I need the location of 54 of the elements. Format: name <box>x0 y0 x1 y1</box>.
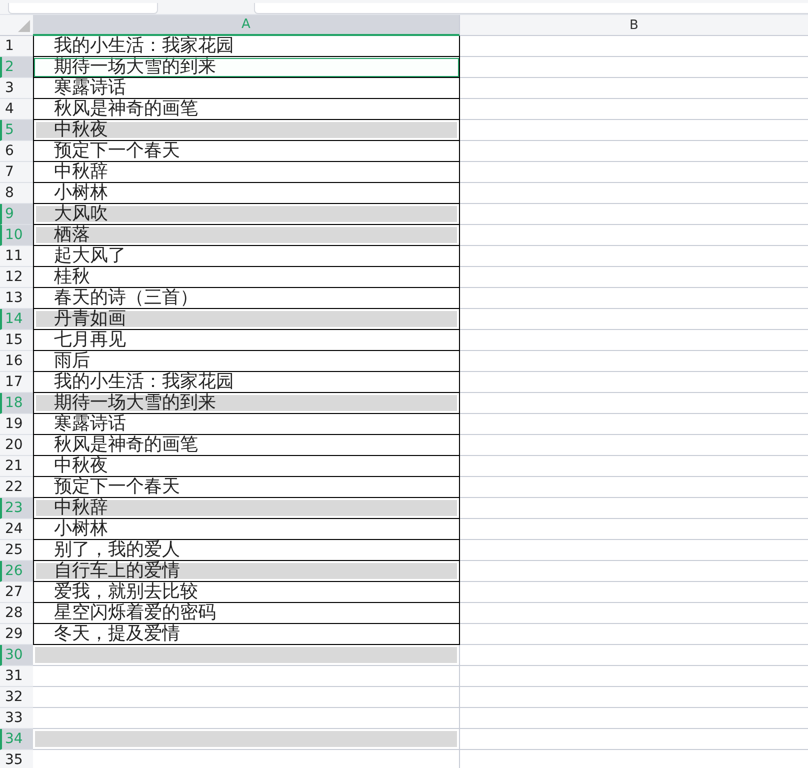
row-header[interactable]: 15 <box>0 330 33 351</box>
table-cell[interactable]: 期待一场大雪的到来 <box>33 393 460 414</box>
row-header[interactable]: 7 <box>0 162 33 183</box>
table-cell[interactable]: 桂秋 <box>33 267 460 288</box>
row-header[interactable]: 35 <box>0 750 33 768</box>
table-cell[interactable] <box>33 645 460 666</box>
row-header[interactable]: 16 <box>0 351 33 372</box>
name-box-field[interactable] <box>8 3 158 14</box>
table-cell[interactable]: 自行车上的爱情 <box>33 561 460 582</box>
table-cell[interactable]: 中秋夜 <box>33 120 460 141</box>
formula-field[interactable] <box>254 3 808 14</box>
row-header[interactable]: 33 <box>0 708 33 729</box>
row-header[interactable]: 1 <box>0 36 33 57</box>
table-cell[interactable]: 七月再见 <box>33 330 460 351</box>
row-header[interactable]: 20 <box>0 435 33 456</box>
column-header[interactable]: B <box>460 15 808 36</box>
table-cell[interactable]: 中秋夜 <box>33 456 460 477</box>
table-cell[interactable] <box>33 687 460 708</box>
row-header[interactable]: 11 <box>0 246 33 267</box>
row-header[interactable]: 4 <box>0 99 33 120</box>
row-header[interactable]: 25 <box>0 540 33 561</box>
table-cell[interactable]: 寒露诗话 <box>33 78 460 99</box>
table-cell[interactable]: 寒露诗话 <box>33 414 460 435</box>
row-header[interactable]: 22 <box>0 477 33 498</box>
row-header[interactable]: 31 <box>0 666 33 687</box>
table-cell[interactable]: 秋风是神奇的画笔 <box>33 435 460 456</box>
table-cell[interactable]: 预定下一个春天 <box>33 141 460 162</box>
table-cell[interactable] <box>33 729 460 750</box>
table-cell[interactable]: 雨后 <box>33 351 460 372</box>
row-header[interactable]: 19 <box>0 414 33 435</box>
row-header[interactable]: 29 <box>0 624 33 645</box>
table-cell[interactable] <box>33 666 460 687</box>
table-cell[interactable]: 星空闪烁着爱的密码 <box>33 603 460 624</box>
table-cell[interactable]: 爱我，就别去比较 <box>33 582 460 603</box>
row-header[interactable]: 21 <box>0 456 33 477</box>
table-cell[interactable]: 中秋辞 <box>33 162 460 183</box>
table-cell[interactable]: 丹青如画 <box>33 309 460 330</box>
table-cell[interactable]: 小树林 <box>33 519 460 540</box>
row-header[interactable]: 3 <box>0 78 33 99</box>
table-cell[interactable]: 栖落 <box>33 225 460 246</box>
triangle-icon <box>18 20 30 32</box>
row-header[interactable]: 27 <box>0 582 33 603</box>
table-cell[interactable]: 大风吹 <box>33 204 460 225</box>
row-header[interactable]: 8 <box>0 183 33 204</box>
row-header[interactable]: 12 <box>0 267 33 288</box>
row-header[interactable]: 32 <box>0 687 33 708</box>
select-all-corner[interactable] <box>0 15 33 36</box>
row-header[interactable]: 24 <box>0 519 33 540</box>
row-header[interactable]: 6 <box>0 141 33 162</box>
table-cell[interactable]: 起大风了 <box>33 246 460 267</box>
row-header[interactable]: 28 <box>0 603 33 624</box>
row-header[interactable]: 13 <box>0 288 33 309</box>
row-header[interactable]: 17 <box>0 372 33 393</box>
table-cell[interactable]: 中秋辞 <box>33 498 460 519</box>
